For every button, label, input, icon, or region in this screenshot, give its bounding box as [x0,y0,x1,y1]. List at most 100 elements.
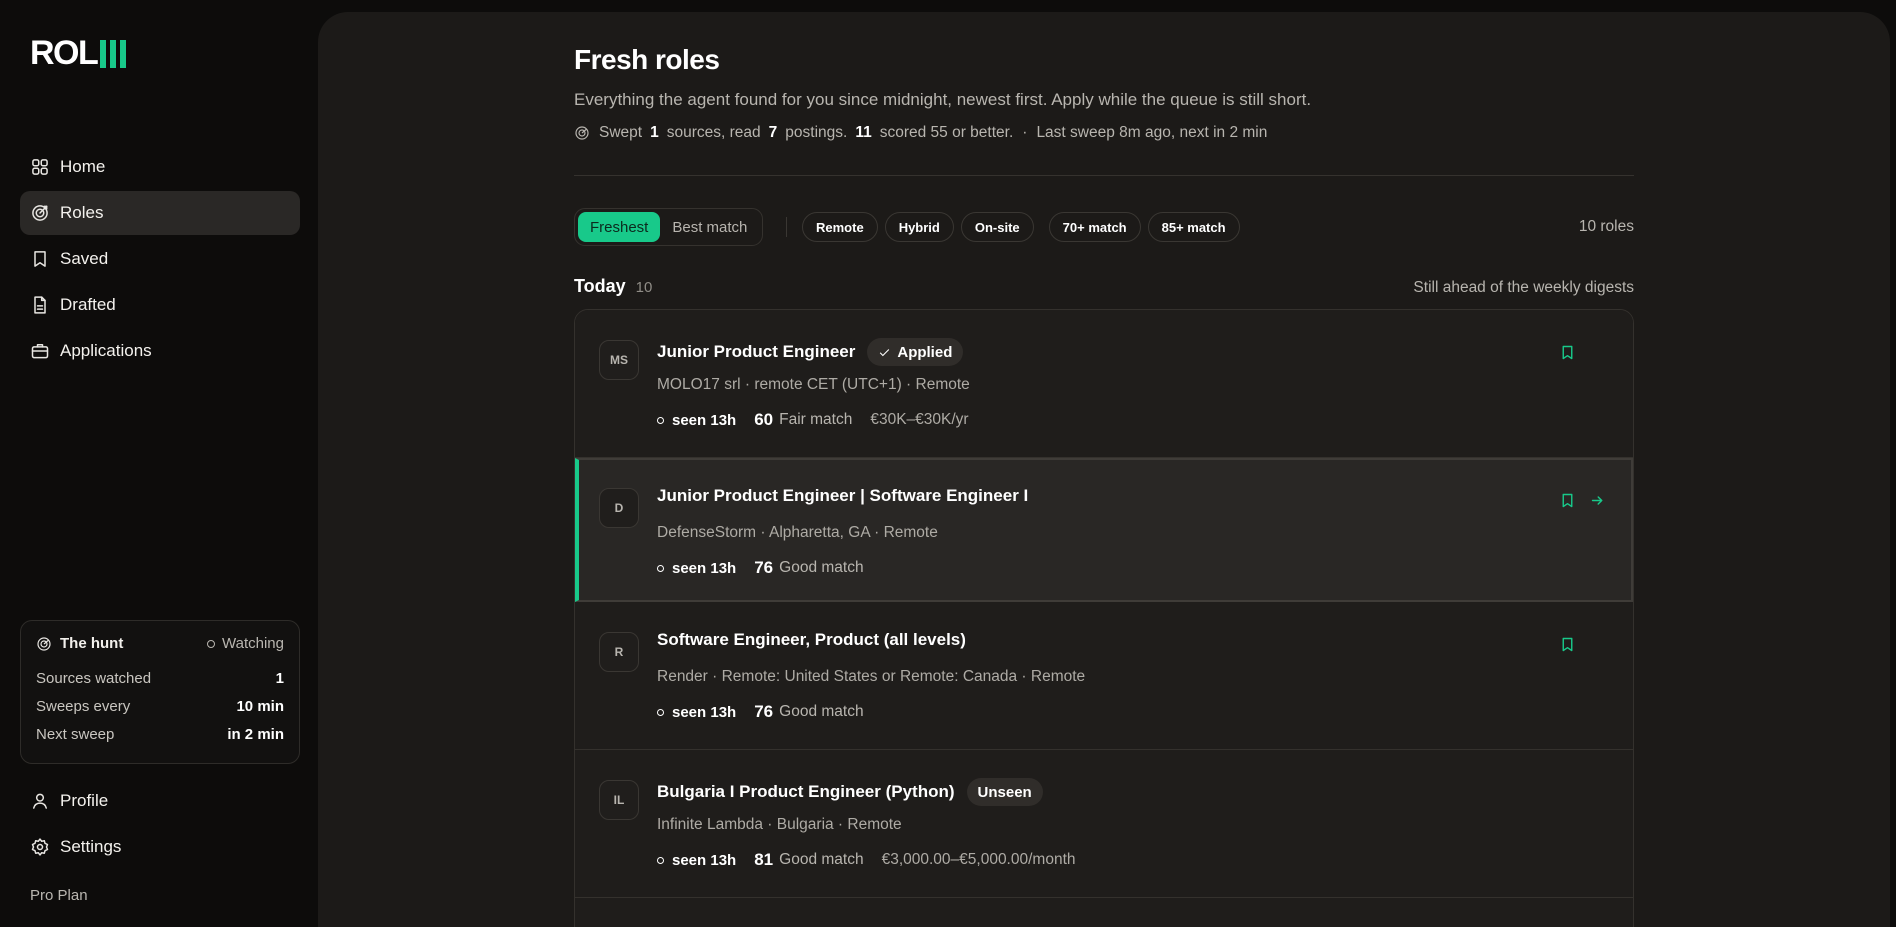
hunt-row-sources: Sources watched 1 [36,664,284,692]
radar-icon [37,636,51,651]
stats-last-sweep: Last sweep 8m ago, next in 2 min [1036,124,1268,141]
sort-freshest-button[interactable]: Freshest [578,212,661,242]
role-actions [1547,490,1607,510]
role-title[interactable]: Software Engineer, Product (all levels) [657,630,966,650]
group-title: Today 10 [574,276,652,297]
role-title-row: Bulgaria I Product Engineer (Python) Uns… [657,778,1043,806]
grid-icon [30,157,50,177]
bookmark-icon [30,249,50,269]
role-card-partial[interactable] [575,898,1633,927]
check-icon [880,348,890,356]
stats-prefix: Swept [599,124,643,141]
logo-bars-icon [100,39,127,68]
stats-postings-count: 7 [768,124,778,141]
hunt-row-interval: Sweeps every 10 min [36,692,284,720]
filter-onsite-chip[interactable]: On-site [960,212,1034,242]
save-role-button[interactable] [1557,634,1577,654]
stats-sources-label: sources, read [666,124,761,141]
filter-toolbar: Freshest Best match Remote Hybrid On-sit… [574,208,1634,246]
stats-scored-count: 11 [855,124,872,141]
hunt-row-label: Sweeps every [36,697,131,715]
seen-indicator: seen 13h [657,704,736,721]
nav-item-profile[interactable]: Profile [20,779,300,823]
plan-label[interactable]: Pro Plan [30,887,88,904]
role-meta: seen 13h 76 Good match [657,558,864,578]
nav-item-drafted[interactable]: Drafted [20,283,300,327]
nav-label-home: Home [60,157,106,176]
seen-text: seen 13h [672,411,737,429]
nav-label-applications: Applications [60,341,152,360]
filter-70-match-chip[interactable]: 70+ match [1048,212,1141,242]
nav-label-roles: Roles [60,203,104,222]
badge-text: Unseen [977,783,1032,801]
page-subtitle: Everything the agent found for you since… [574,90,1312,109]
unseen-badge: Unseen [966,778,1043,806]
role-meta: seen 13h 76 Good match [657,702,864,722]
role-title[interactable]: Junior Product Engineer | Software Engin… [657,486,1028,506]
role-title[interactable]: Bulgaria I Product Engineer (Python) [657,782,955,802]
open-role-button[interactable] [1587,490,1607,510]
logo-wordmark: ROL [30,34,99,72]
main-panel: Fresh roles Everything the agent found f… [318,12,1890,927]
role-title-row: Software Engineer, Product (all levels) [657,630,966,650]
page-title: Fresh roles [574,44,720,75]
sort-best-match-button[interactable]: Best match [660,212,759,242]
role-actions [1547,634,1577,654]
stats-postings-label: postings. [785,124,848,141]
hunt-row-value: 10 min [236,697,284,715]
primary-nav: Home Roles Saved Drafted Applications [20,145,300,375]
user-icon [30,791,50,811]
nav-label-profile: Profile [60,791,109,810]
role-card[interactable]: IL Bulgaria I Product Engineer (Python) … [575,750,1633,898]
hunt-title: The hunt [36,635,123,652]
role-title[interactable]: Junior Product Engineer [657,342,855,362]
nav-item-settings[interactable]: Settings [20,825,300,869]
seen-text: seen 13h [672,851,737,869]
role-title-row: Junior Product Engineer Applied [657,338,964,366]
radar-icon [575,126,589,140]
hunt-row-label: Next sweep [36,725,115,743]
toolbar-divider [786,217,787,237]
save-role-button[interactable] [1557,342,1577,362]
role-card[interactable]: R Software Engineer, Product (all levels… [575,602,1633,750]
role-card[interactable]: MS Junior Product Engineer Applied MOLO1… [575,310,1633,458]
role-meta: seen 13h 60 Fair match €30K–€30K/yr [657,410,969,430]
seen-dot-icon [657,416,664,424]
document-icon [30,295,50,315]
role-subtitle: MOLO17 srl · remote CET (UTC+1) · Remote [657,376,970,393]
filter-remote-chip[interactable]: Remote [802,212,878,242]
hunt-row-value: in 2 min [227,725,284,743]
role-card-selected[interactable]: D Junior Product Engineer | Software Eng… [575,458,1633,602]
header-divider [574,175,1634,176]
nav-item-applications[interactable]: Applications [20,329,300,373]
match-label: Good match [779,851,864,868]
save-role-button[interactable] [1557,490,1577,510]
nav-item-roles[interactable]: Roles [20,191,300,235]
seen-indicator: seen 13h [657,412,736,429]
group-title-text: Today [574,276,626,296]
seen-dot-icon [657,856,664,864]
seen-text: seen 13h [672,559,737,577]
nav-label-saved: Saved [60,249,109,268]
match-score: 60 [754,410,774,429]
seen-dot-icon [657,708,664,716]
seen-dot-icon [657,564,664,572]
nav-label-settings: Settings [60,837,122,856]
match-label: Good match [779,559,864,576]
nav-label-drafted: Drafted [60,295,116,314]
filter-85-match-chip[interactable]: 85+ match [1147,212,1240,242]
filter-hybrid-chip[interactable]: Hybrid [884,212,954,242]
status-dot-icon [207,639,216,648]
bookmark-icon [1562,345,1572,359]
match-label: Good match [779,703,864,720]
seen-text: seen 13h [672,703,737,721]
seen-indicator: seen 13h [657,852,736,869]
nav-item-saved[interactable]: Saved [20,237,300,281]
group-count: 10 [635,279,653,296]
seen-indicator: seen 13h [657,560,736,577]
roles-count: 10 roles [1578,218,1634,235]
nav-item-home[interactable]: Home [20,145,300,189]
logo[interactable]: ROL [30,34,127,73]
sidebar: ROL Home Roles Saved Drafted Application… [0,0,318,927]
hunt-panel: The hunt Watching Sources watched 1 Swee… [20,620,300,764]
